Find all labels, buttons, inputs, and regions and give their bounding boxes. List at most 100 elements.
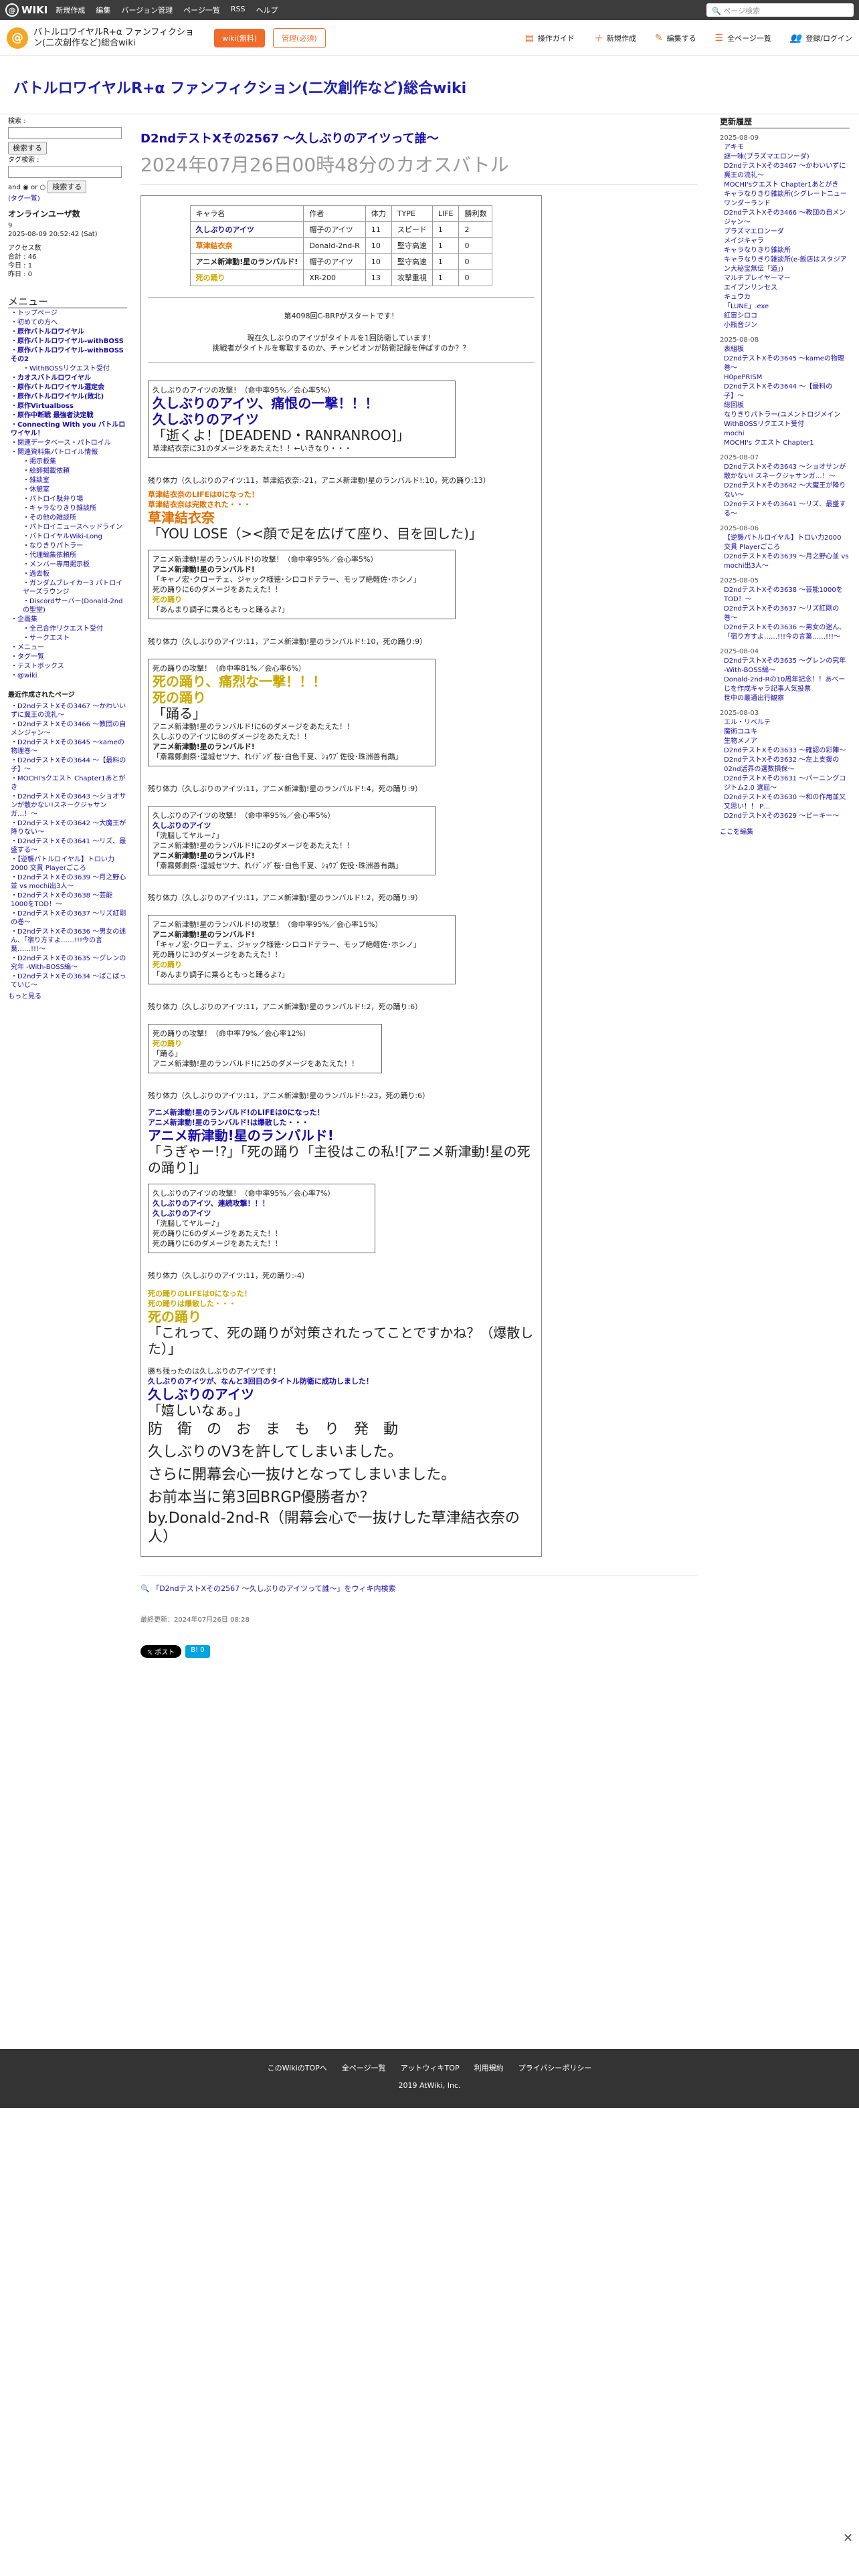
article-title[interactable]: D2ndテストXその2567 〜久しぶりのアイツって誰〜 <box>140 129 697 146</box>
table-cell: 0 <box>458 237 493 254</box>
new-page-button[interactable]: ＋新規作成 <box>593 31 636 45</box>
wiki-title[interactable]: バトルロワイヤルR+α ファンフィクション(二次創作など)総合wiki <box>0 56 859 114</box>
sidebar-menu-item: 全己合作リクエスト受付 <box>11 625 127 633</box>
sidebar-menu-item: 掲示板集 <box>11 457 127 466</box>
table-cell: 攻撃重視 <box>391 270 433 286</box>
atwiki-logo[interactable]: @ WIKI <box>5 3 47 17</box>
recent-page-item: D2ndテストXその3644 〜【最料の子】〜 <box>11 756 127 774</box>
tag-search-button[interactable]: 検索する <box>47 181 87 193</box>
edit-button[interactable]: ✎ 編集する <box>655 31 696 45</box>
sidebar-menu: トップページ 初めての方へ 原作バトルロワイヤル 原作バトルロワイヤル-with… <box>8 309 127 680</box>
sidebar-menu-item: 原作バトルロワイヤル選定会 <box>11 383 127 392</box>
guide-button[interactable]: ▤ 操作ガイド <box>525 31 575 45</box>
winner-line: 勝ち残ったのは久しぶりのアイツです！ <box>148 1367 280 1376</box>
turn-line: 死の踊りの攻撃！（命中率81%／会心率6%） <box>153 664 306 673</box>
turn-line: 「洗脳してヤルー♪」 <box>153 831 223 840</box>
wiki-search-link[interactable]: 🔍 「D2ndテストXその2567 〜久しぶりのアイツって誰〜」をウィキ内検索 <box>140 1576 697 1594</box>
update-item: D2ndテストXその3639 〜月之野心並 vs mochi出3人〜 <box>724 553 849 570</box>
update-item: D2ndテストXその3467 〜かわいいずに冀王の流礼〜 <box>724 163 846 179</box>
radio-or[interactable]: ◉ <box>23 184 29 191</box>
sidebar-search-button[interactable]: 検索する <box>8 142 47 154</box>
update-item: プラズマエロンーダ <box>724 228 784 235</box>
table-cell: 11 <box>365 221 392 238</box>
recent-page-item: D2ndテストXその3636 〜男女の迷ん、「宿り方すよ……!!!今の言葉……!… <box>11 928 127 954</box>
close-icon[interactable]: ✕ <box>843 2531 853 2545</box>
table-header-cell: LIFE <box>432 205 460 222</box>
final-quote: 「嬉しいなぁ。」 <box>148 1402 248 1418</box>
sidebar-menu-item: メンバー専用掲示板 <box>11 560 127 569</box>
update-item: D2ndテストXその3641 〜リズ、最盛する〜 <box>724 501 846 518</box>
post-button[interactable]: 𝕏 ポスト <box>140 1645 182 1658</box>
turn-line: アニメ新津動!星のランバルド! <box>153 851 255 860</box>
tag-list-link[interactable]: (タグ一覧) <box>8 195 40 203</box>
edit-here-link[interactable]: ここを編集 <box>720 829 753 836</box>
menu-version[interactable]: バージョン管理 <box>121 5 173 15</box>
turn-line: 草津結衣奈に31のダメージをあたえた！！←いきなり・・・ <box>153 444 352 453</box>
footer-link[interactable]: このWikiのTOPへ <box>268 2062 327 2073</box>
sidebar-menu-item: 雑談室 <box>11 476 127 485</box>
turn-line: 久しぶりのアイツ <box>153 411 259 427</box>
table-cell: 10 <box>365 237 392 254</box>
turn-line: 草津結衣奈は完敗された・・・ <box>148 500 251 509</box>
top-menu: 新規作成 編集 バージョン管理 ページ一覧 RSS ヘルプ <box>56 5 278 15</box>
turn-box: 死の踊りの攻撃！（命中率81%／会心率6%） 死の踊り、痛烈な一撃！！！ 死の踊… <box>148 659 436 766</box>
menu-rss[interactable]: RSS <box>231 5 246 15</box>
turn-box: 死の踊りの攻撃！（命中率79%／会心率12%） 死の踊り 「踊る」 アニメ新津動… <box>148 1024 382 1073</box>
turn-line: 死の踊り <box>153 689 206 706</box>
footer-link[interactable]: プライバシーポリシー <box>518 2062 592 2073</box>
turn-line: 死の踊りに6のダメージをあたえた！！ <box>153 1239 282 1248</box>
menu-help[interactable]: ヘルプ <box>256 5 278 15</box>
sidebar-menu-item: なりきりパトラー <box>11 542 127 550</box>
all-pages-button[interactable]: ☰ 全ページ一覧 <box>715 31 771 45</box>
menu-pages[interactable]: ページ一覧 <box>183 5 220 15</box>
update-item: 生物メノア <box>724 738 757 745</box>
update-item: なりきりパトラー(ユメントロジメイン <box>724 411 841 419</box>
turn-line: アニメ新津動!星のランバルド! <box>148 1128 334 1144</box>
wiki-create-button[interactable]: wiki(無料) <box>214 28 266 47</box>
recent-page-item: D2ndテストXその3467 〜かわいいずに冀王の流礼〜 <box>11 702 127 720</box>
more-link[interactable]: もっと見る <box>8 993 41 1000</box>
turn-line: 死の踊り <box>153 1039 182 1048</box>
menu-edit[interactable]: 編集 <box>96 5 110 15</box>
radio-and[interactable]: ○ <box>39 184 45 191</box>
update-item: Donald-2nd-Rの10周年記念！！あべーじを作成キャラ記事人気投票 <box>724 676 846 693</box>
sidebar-search-input[interactable] <box>8 127 122 139</box>
turn-line: アニメ新津動!星のランバルド!は爆散した・・・ <box>148 1118 309 1127</box>
menu-new[interactable]: 新規作成 <box>56 5 85 15</box>
turn-line: 「あんまり調子に乗るともっと踊るよ?」 <box>153 605 289 614</box>
update-item: mochi <box>724 430 745 437</box>
recent-page-item: MOCHI'sクエスト Chapter1あとがき <box>11 774 127 792</box>
turn-line: 「踊る」 <box>153 1049 182 1058</box>
turn-line: アニメ新津動!星のランバルド! <box>153 742 255 751</box>
final-name: 久しぶりのアイツ <box>148 1386 254 1402</box>
ending-line: by.Donald-2nd-R（開幕会心で一抜けした草津結衣奈の人） <box>148 1510 520 1545</box>
update-item: D2ndテストXその3642 〜大魔王が降りない〜 <box>724 482 846 499</box>
turn-box: アニメ新津動!星のランバルド!の攻撃！（命中率95%／会心率5%） アニメ新津動… <box>148 550 456 619</box>
sidebar-menu-item: キャラなりきり雑談所 <box>11 504 127 513</box>
ending-line: お前本当に第3回BRGP優勝者か？ <box>148 1489 375 1506</box>
update-item: D2ndテストXその3630 〜和の作用並又又思い！！ P… <box>724 794 846 811</box>
footer-link[interactable]: 利用規約 <box>474 2062 504 2073</box>
sidebar-menu-item: その他の雑談所 <box>11 514 127 522</box>
table-cell: 1 <box>432 253 460 270</box>
recent-page-item: D2ndテストXその3634 〜ばこばっていじ〜 <box>11 972 127 990</box>
turn-line: 死の踊りに3のダメージをあたえた！！ <box>153 950 282 959</box>
update-date: 2025-08-03 <box>720 710 759 717</box>
footer-link[interactable]: アットウィキTOP <box>401 2062 460 2073</box>
login-button[interactable]: 👥 登録/ログイン <box>790 31 852 45</box>
sidebar-menu-item: テストボックス <box>11 662 127 671</box>
sidebar-menu-item: Discordサーバー(Donald-2ndの聖堂) <box>11 597 127 615</box>
sidebar-menu-item: パトロイヤルWiki-Long <box>11 532 127 541</box>
right-sidebar: 更新履歴 2025-08-09 アキモ 謎一味(プラズマエロンーダ) D2ndテ… <box>714 114 855 1679</box>
update-item: D2ndテストXその3631 〜パーニングコジトム2.0 選屈〜 <box>724 775 846 792</box>
hatena-bookmark-button[interactable]: B! 0 <box>185 1645 210 1658</box>
update-list: D2ndテストXその3638 〜芸能1000をTOD！〜 D2ndテストXその3… <box>720 586 850 642</box>
admin-button[interactable]: 管理(必須) <box>273 27 326 48</box>
turn-line: アニメ新津動!星のランバルド! <box>153 565 255 574</box>
wiki-name[interactable]: バトルロワイヤルR+α ファンフィクション(二次創作など)総合wiki <box>33 27 201 49</box>
page-search-input[interactable]: 🔍 ページ検索 <box>706 3 854 17</box>
footer-link[interactable]: 全ページ一覧 <box>342 2062 386 2073</box>
turn-line: 「踊る」 <box>153 706 206 722</box>
tag-search-input[interactable] <box>8 166 122 178</box>
wiki-logo-icon[interactable]: @ <box>7 27 28 49</box>
